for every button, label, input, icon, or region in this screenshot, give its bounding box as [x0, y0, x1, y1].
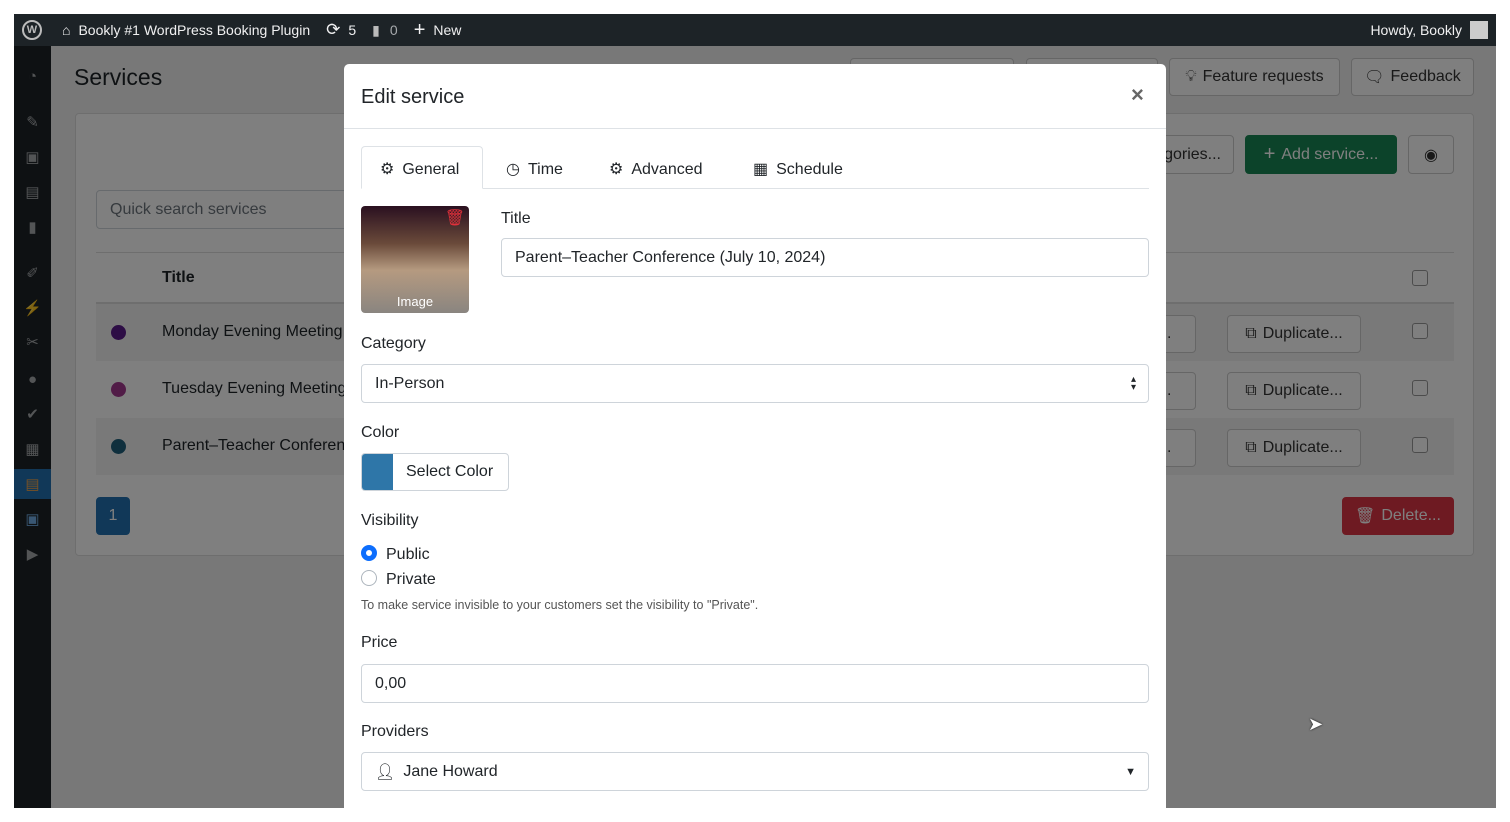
- plus-icon: +: [413, 18, 426, 41]
- gears-icon: ⚙: [609, 161, 624, 178]
- tab-time[interactable]: ◷ Time: [506, 159, 563, 179]
- image-label: Image: [396, 294, 434, 309]
- site-link[interactable]: ⌂ Bookly #1 WordPress Booking Plugin: [62, 22, 310, 38]
- visibility-private-radio[interactable]: Private: [361, 570, 436, 589]
- tab-advanced[interactable]: ⚙ Advanced: [609, 159, 703, 179]
- refresh-icon: ⟳: [326, 20, 341, 39]
- comments-link[interactable]: ▮ 0: [372, 22, 398, 39]
- title-input[interactable]: Parent–Teacher Conference (July 10, 2024…: [501, 238, 1149, 277]
- category-select[interactable]: In-Person ▴ ▾: [361, 364, 1149, 403]
- tab-general-label[interactable]: ⚙ General: [380, 159, 459, 179]
- wordpress-logo-icon[interactable]: W: [22, 20, 42, 40]
- visibility-help-text: To make service invisible to your custom…: [361, 598, 759, 612]
- edit-service-modal: Edit service × ⚙ General ◷ Time ⚙ Advanced …: [344, 64, 1166, 808]
- admin-bar: W ⌂ Bookly #1 WordPress Booking Plugin ⟳ 5…: [14, 14, 1496, 46]
- sort-arrows-icon: ▴ ▾: [1130, 373, 1136, 393]
- browser-window: W ⌂ Bookly #1 WordPress Booking Plugin ⟳ 5…: [14, 14, 1496, 808]
- account-menu[interactable]: Howdy, Bookly: [1370, 21, 1488, 39]
- updates-link[interactable]: ⟳ 5: [326, 20, 356, 40]
- clock-icon: ◷: [506, 161, 520, 178]
- color-picker-button[interactable]: Select Color: [361, 453, 509, 491]
- color-swatch: [362, 454, 393, 490]
- color-label: Color: [361, 424, 400, 441]
- avatar: [1470, 21, 1488, 39]
- comment-icon: ▮: [372, 21, 380, 38]
- home-icon: ⌂: [62, 22, 71, 38]
- service-image[interactable]: 🗑︎ Image: [361, 206, 469, 313]
- caret-down-icon: ▼: [1125, 765, 1136, 778]
- close-icon[interactable]: ×: [1131, 82, 1144, 108]
- providers-select[interactable]: 👤︎ Jane Howard ▼: [361, 752, 1149, 791]
- price-input[interactable]: 0,00: [361, 664, 1149, 703]
- modal-title: Edit service: [361, 86, 465, 108]
- new-link[interactable]: + New: [414, 19, 462, 42]
- visibility-label: Visibility: [361, 512, 419, 529]
- gear-icon: ⚙: [380, 161, 395, 178]
- visibility-public-radio[interactable]: Public: [361, 545, 430, 564]
- user-icon: 👤︎: [375, 763, 396, 781]
- price-label: Price: [361, 634, 398, 651]
- trash-icon[interactable]: 🗑︎: [445, 208, 465, 228]
- category-label: Category: [361, 335, 426, 352]
- mouse-cursor-icon: ➤: [1308, 714, 1324, 734]
- calendar-icon: ▦: [753, 161, 769, 178]
- providers-label: Providers: [361, 723, 429, 740]
- tab-schedule[interactable]: ▦ Schedule: [753, 159, 843, 179]
- title-label: Title: [501, 210, 531, 227]
